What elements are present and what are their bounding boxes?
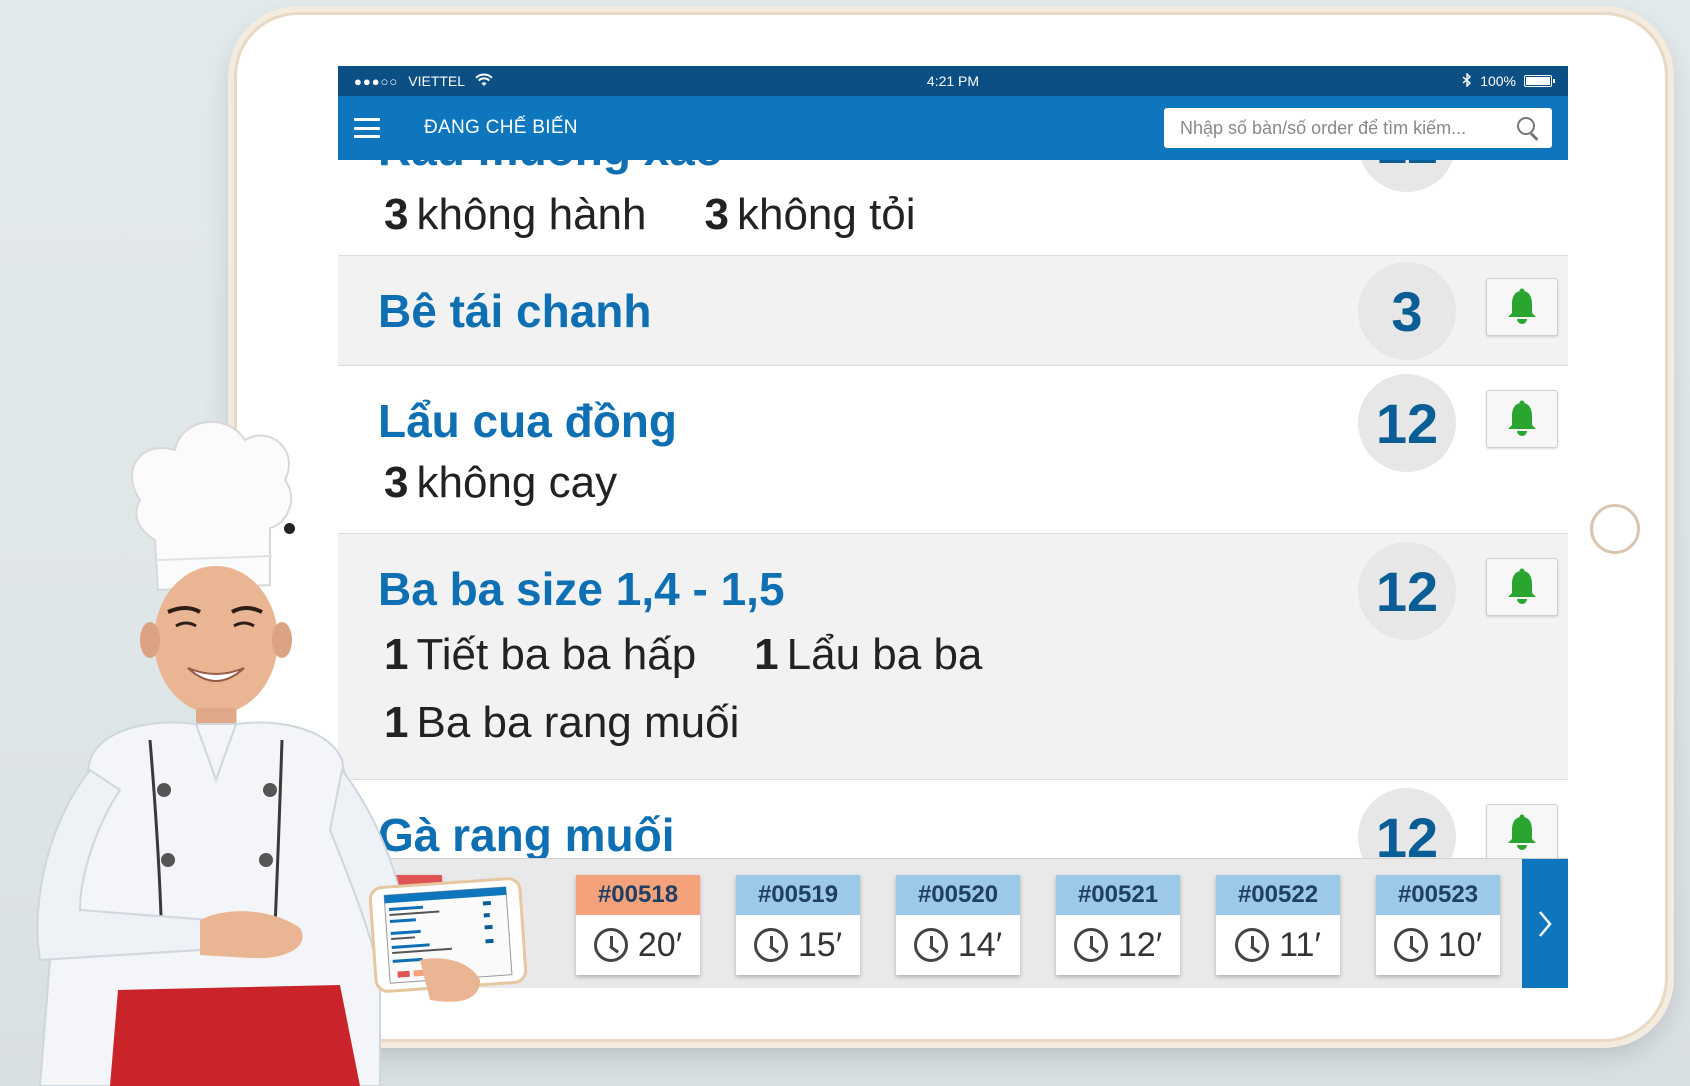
- dish-modifiers: 3 không cay: [384, 458, 1084, 508]
- modifier: 3 không tỏi: [704, 190, 916, 239]
- dish-name: Ba ba size 1,4 - 1,5: [378, 563, 785, 615]
- dish-row[interactable]: Ba ba size 1,4 - 1,5 1 Tiết ba ba hấp 1 Lẩ…: [338, 534, 1568, 780]
- order-code: #00519: [736, 875, 860, 915]
- order-elapsed: 12′: [1056, 915, 1180, 975]
- order-card[interactable]: #00519 15′: [736, 875, 860, 975]
- dish-count-badge: 12: [1358, 374, 1456, 472]
- app-header: ĐANG CHẾ BIẾN: [338, 96, 1568, 160]
- order-code: #00520: [896, 875, 1020, 915]
- status-right: 100%: [1462, 71, 1555, 90]
- bell-icon: [1508, 400, 1536, 436]
- order-elapsed: 11′: [1216, 915, 1340, 975]
- order-card[interactable]: #00518 20′: [576, 875, 700, 975]
- notify-bell-button[interactable]: [1486, 558, 1558, 616]
- notify-bell-button[interactable]: [1486, 390, 1558, 448]
- clock-icon: [1073, 928, 1108, 962]
- modifier: 1 Ba ba rang muối: [384, 698, 740, 747]
- search-icon[interactable]: [1516, 116, 1540, 140]
- order-card[interactable]: #00522 11′: [1216, 875, 1340, 975]
- dish-row[interactable]: Gà rang muối 12: [338, 780, 1568, 860]
- clock-icon: [753, 928, 788, 962]
- search-box[interactable]: [1164, 108, 1552, 148]
- clock-icon: [593, 928, 628, 962]
- order-elapsed: 14′: [896, 915, 1020, 975]
- dish-name: Bê tái chanh: [378, 285, 652, 337]
- order-card[interactable]: #00521 12′: [1056, 875, 1180, 975]
- order-elapsed: 20′: [576, 915, 700, 975]
- notify-bell-button[interactable]: [1486, 278, 1558, 336]
- bell-icon: [1508, 288, 1536, 324]
- order-elapsed: 15′: [736, 915, 860, 975]
- order-code: #00523: [1376, 875, 1500, 915]
- page-title: ĐANG CHẾ BIẾN: [424, 117, 578, 138]
- modifier: 3 không cay: [384, 458, 618, 507]
- wifi-icon: [475, 73, 493, 90]
- app-screen: ●●●○○ VIETTEL 4:21 PM 100% ĐANG CHẾ BIẾN…: [338, 66, 1568, 988]
- next-orders-button[interactable]: [1522, 859, 1568, 988]
- order-card[interactable]: #00523 10′: [1376, 875, 1500, 975]
- clock-icon: [1393, 928, 1428, 962]
- dish-name: Lẩu cua đồng: [378, 395, 677, 447]
- dish-modifiers: 1 Tiết ba ba hấp 1 Lẩu ba ba 1 Ba ba rang m…: [384, 630, 1104, 748]
- dish-list[interactable]: Rau muống xào 3không hành 3không tỏi 12 …: [338, 160, 1568, 860]
- dish-name: Gà rang muối: [378, 809, 675, 860]
- hamburger-menu-icon[interactable]: [354, 118, 380, 138]
- order-card-partial[interactable]: [338, 875, 442, 975]
- dish-count-badge: 12: [1358, 160, 1456, 192]
- battery-percent: 100%: [1480, 73, 1516, 89]
- status-time: 4:21 PM: [926, 73, 980, 89]
- home-button[interactable]: [1590, 504, 1640, 554]
- dish-row[interactable]: Lẩu cua đồng 3 không cay 12: [338, 366, 1568, 534]
- bluetooth-icon: [1462, 71, 1472, 90]
- dish-row[interactable]: Bê tái chanh 3: [338, 256, 1568, 366]
- status-bar: ●●●○○ VIETTEL 4:21 PM 100%: [338, 66, 1568, 96]
- dish-row[interactable]: Rau muống xào 3không hành 3không tỏi 12: [338, 160, 1568, 256]
- dish-modifiers: 3 không hành 3 không tỏi: [384, 190, 1084, 240]
- modifier: 1 Lẩu ba ba: [754, 630, 983, 679]
- clock-icon: [913, 928, 948, 962]
- search-input[interactable]: [1180, 117, 1516, 139]
- notify-bell-button[interactable]: [1486, 804, 1558, 860]
- carrier-name: VIETTEL: [408, 73, 466, 89]
- order-elapsed: 10′: [1376, 915, 1500, 975]
- modifier: 1 Tiết ba ba hấp: [384, 630, 697, 679]
- dish-count-badge: 3: [1358, 262, 1456, 360]
- dish-name: Rau muống xào: [378, 160, 723, 176]
- battery-icon: [1524, 75, 1555, 87]
- order-code: #00522: [1216, 875, 1340, 915]
- signal-strength: ●●●○○: [354, 73, 399, 89]
- order-card[interactable]: #00520 14′: [896, 875, 1020, 975]
- order-code: #00521: [1056, 875, 1180, 915]
- order-code-bar: [338, 875, 442, 915]
- chevron-right-icon: [1539, 911, 1552, 937]
- order-queue: #00518 20′ #00519 15′ #00520 14′ #00521 …: [338, 858, 1568, 988]
- bell-icon: [1508, 568, 1536, 604]
- bell-icon: [1508, 814, 1536, 850]
- modifier: 3 không hành: [384, 190, 647, 239]
- clock-icon: [1235, 928, 1270, 962]
- front-camera: [284, 523, 295, 534]
- dish-count-badge: 12: [1358, 788, 1456, 860]
- dish-count-badge: 12: [1358, 542, 1456, 640]
- order-code: #00518: [576, 875, 700, 915]
